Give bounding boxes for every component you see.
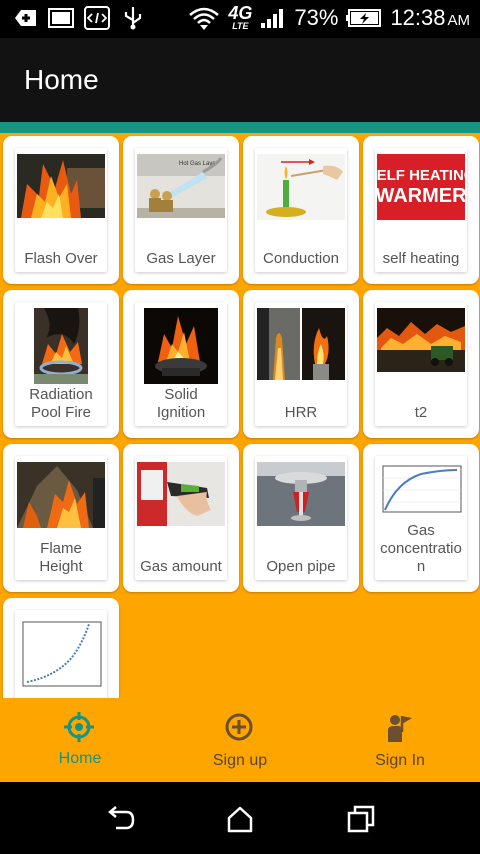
topic-card-solid-ignition[interactable]: Solid Ignition: [123, 290, 239, 438]
topic-card-t2[interactable]: t2: [363, 290, 479, 438]
topic-card-inner: Gas concentratio n: [375, 456, 467, 580]
topic-card-hrr[interactable]: HRR: [243, 290, 359, 438]
topic-label: self heating: [382, 250, 460, 267]
topic-card-radiation-pool-fire[interactable]: Radiation Pool Fire: [3, 290, 119, 438]
topic-label-line-1: Solid: [164, 386, 198, 403]
image-notification-icon: [48, 8, 74, 28]
topic-card-inner: HRR: [255, 302, 347, 426]
topic-card-flame-height[interactable]: Flame Height: [3, 444, 119, 592]
flame-height-image: [15, 462, 107, 528]
hrr-image: [255, 308, 347, 384]
network-sub-label: LTE: [232, 21, 249, 31]
solid-ignition-image: [135, 308, 227, 384]
topics-grid[interactable]: Flash Over Hot Gas Layer Gas Layer Condu…: [0, 133, 480, 698]
topic-card-gas-amount[interactable]: Gas amount: [123, 444, 239, 592]
network-type: 4G LTE: [228, 4, 252, 31]
recent-apps-icon[interactable]: [346, 804, 376, 834]
self-heating-image-line-1: SELF HEATING: [377, 167, 465, 184]
accent-divider: [0, 122, 480, 133]
nav-home-label: Home: [58, 750, 102, 767]
topic-card-inner: Solid Ignition: [135, 302, 227, 426]
topic-label: Open pipe: [266, 558, 336, 575]
system-navigation-bar: [0, 782, 480, 854]
topic-label-line-3: n: [416, 558, 426, 575]
topic-card-chart[interactable]: [3, 598, 119, 698]
clock-ampm: AM: [447, 11, 471, 29]
back-icon[interactable]: [106, 804, 136, 834]
chart-topic-image: [15, 616, 107, 690]
conduction-image: [255, 154, 347, 220]
nav-sign-in[interactable]: Sign In: [320, 698, 480, 782]
topic-label: Flame Height: [15, 540, 107, 576]
topic-card-inner: Flame Height: [15, 456, 107, 580]
topic-card-gas-concentration[interactable]: Gas concentratio n: [363, 444, 479, 592]
topic-card-conduction[interactable]: Conduction: [243, 136, 359, 284]
topic-label-line-2: Pool Fire: [30, 404, 92, 421]
gas-amount-image: [135, 462, 227, 528]
flash-over-image: [15, 154, 107, 220]
topic-card-inner: Gas amount: [135, 456, 227, 580]
gas-layer-image: Hot Gas Layer: [135, 154, 227, 220]
home-icon[interactable]: [225, 804, 255, 834]
topic-label: Flash Over: [24, 250, 98, 267]
topic-label: Conduction: [263, 250, 339, 267]
nav-sign-up-label: Sign up: [212, 752, 268, 769]
battery-percent: 73%: [294, 4, 339, 30]
t2-image: [375, 308, 467, 374]
topic-card-inner: Conduction: [255, 148, 347, 272]
topic-card-open-pipe[interactable]: Open pipe: [243, 444, 359, 592]
topic-card-gas-layer[interactable]: Hot Gas Layer Gas Layer: [123, 136, 239, 284]
topic-label: HRR: [284, 404, 318, 421]
clock: 12:38 AM: [390, 5, 470, 31]
plus-circle-icon: [225, 713, 253, 741]
status-bar: 4G LTE 73% 12:38 AM: [0, 0, 480, 38]
battery-charging-icon: [346, 8, 382, 27]
topic-card-flash-over[interactable]: Flash Over: [3, 136, 119, 284]
topic-label: Radiation Pool Fire: [15, 386, 107, 422]
nav-home[interactable]: Home: [0, 698, 160, 782]
topic-card-inner: [15, 610, 107, 698]
open-pipe-image: [255, 462, 347, 528]
topic-label-line-2: Height: [39, 558, 83, 575]
bottom-navigation: Home Sign up Sign In: [0, 698, 480, 782]
nav-sign-in-label: Sign In: [375, 752, 425, 769]
topic-label-line-2: Ignition: [156, 404, 206, 421]
clock-time: 12:38: [390, 4, 446, 30]
topic-card-inner: Radiation Pool Fire: [15, 302, 107, 426]
wifi-icon: [189, 7, 220, 30]
topic-label: t2: [414, 404, 428, 421]
topic-card-inner: SELF HEATING WARMER self heating: [375, 148, 467, 272]
topic-card-inner: Hot Gas Layer Gas Layer: [135, 148, 227, 272]
topic-label-line-1: Flame: [40, 540, 82, 557]
gas-concentration-image: [375, 462, 467, 528]
radiation-pool-fire-image: [15, 308, 107, 384]
topic-label-line-1: Radiation: [29, 386, 93, 403]
code-notification-icon: [84, 6, 110, 30]
usb-icon: [124, 7, 142, 30]
crosshair-icon: [64, 712, 94, 742]
topic-label-line-2: concentratio: [380, 540, 462, 557]
topic-label: Gas amount: [140, 558, 222, 575]
topic-label-line-1: Gas: [407, 522, 435, 539]
nav-sign-up[interactable]: Sign up: [160, 698, 320, 782]
topic-label: Gas concentratio n: [375, 522, 467, 576]
topic-label: Gas Layer: [146, 250, 216, 267]
notification-plus-icon: [15, 10, 36, 26]
topic-label: Solid Ignition: [135, 386, 227, 422]
page-title: Home: [24, 64, 99, 95]
person-flag-icon: [388, 715, 412, 742]
network-label: 4G: [228, 3, 253, 23]
topic-card-self-heating[interactable]: SELF HEATING WARMER self heating: [363, 136, 479, 284]
app-bar: Home: [0, 38, 480, 122]
topic-card-inner: Flash Over: [15, 148, 107, 272]
topic-card-inner: t2: [375, 302, 467, 426]
topic-card-inner: Open pipe: [255, 456, 347, 580]
self-heating-image: SELF HEATING WARMER: [375, 154, 467, 220]
signal-icon: [261, 8, 284, 28]
self-heating-image-line-2: WARMER: [377, 185, 465, 207]
